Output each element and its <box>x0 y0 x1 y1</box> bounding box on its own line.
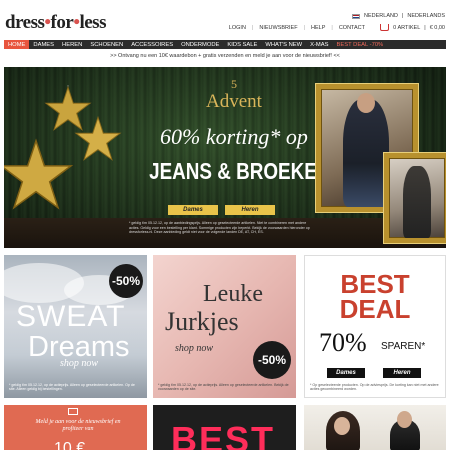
country-separator: | <box>401 13 404 19</box>
cart-total: € 0,00 <box>429 24 445 31</box>
tile-deal-percent: 70% <box>319 328 367 357</box>
hero-model-legs <box>403 166 431 238</box>
model-woman-face <box>334 417 350 435</box>
tile-deal-deal: DEAL <box>339 294 411 324</box>
advent-title: Advent <box>206 91 262 112</box>
tile-jurkjes-fine-print: * geldig t/m 05.12.12, op de actieprijs.… <box>158 382 289 392</box>
hero-heren-button[interactable]: Heren <box>225 205 275 215</box>
nav-item-dames[interactable]: DAMES <box>29 40 58 49</box>
tile-leuke-jurkjes[interactable]: Leuke Jurkjes shop now -50% * geldig t/m… <box>153 255 296 398</box>
tile-deal-dames-button[interactable]: Dames <box>327 368 365 378</box>
logo-part-2: for <box>50 12 74 33</box>
cart-separator: | <box>424 24 426 31</box>
hero-category-text: JEANS & BROEKEN <box>149 158 331 184</box>
tile-models[interactable] <box>304 405 446 450</box>
advent-number: 5 <box>231 77 237 91</box>
language-selector[interactable]: NEDERLANDS <box>407 13 445 19</box>
hero-photo-frame-small <box>384 153 446 243</box>
hero-banner[interactable]: 5 Advent 60% korting* op JEANS & BROEKEN… <box>4 67 446 248</box>
link-separator: | <box>251 25 254 31</box>
hero-fine-print: * geldig t/m 05.12.12, op de aanbiedings… <box>129 221 310 235</box>
tile-sweat-fine-print: * geldig t/m 05.12.12, op de actieprijs.… <box>9 382 135 392</box>
tile-jurkjes-title: Leuke <box>203 281 263 307</box>
gold-star-icon <box>4 138 74 210</box>
logo-part-1: dress <box>5 12 45 33</box>
cart-icon <box>380 24 390 31</box>
newsletter-link[interactable]: NIEUWSBRIEF <box>259 25 297 31</box>
model-man-face <box>397 411 412 428</box>
tile-deal-fine-print: * Op geselecteerde producten. Op de advi… <box>310 382 439 392</box>
main-nav: HOME DAMES HEREN SCHOENEN ACCESSOIRES ON… <box>4 40 446 49</box>
logo-part-3: less <box>79 12 106 33</box>
nav-item-xmas[interactable]: X-MAS <box>306 40 332 49</box>
top-links: LOGIN | NIEUWSBRIEF | HELP | CONTACT <box>229 25 365 31</box>
hero-model-head <box>357 93 375 113</box>
tile-sweat-dreams[interactable]: SWEAT Dreams shop now -50% * geldig t/m … <box>4 255 147 398</box>
tile-jurkjes-discount-badge: -50% <box>253 341 291 379</box>
gold-star-icon <box>74 115 122 161</box>
tile-newsletter[interactable]: Meld je aan voor de nieuwsbrief en profi… <box>4 405 147 450</box>
country-selector[interactable]: NEDERLAND <box>364 13 398 19</box>
tile-newsletter-text: Meld je aan voor de nieuwsbrief en profi… <box>35 419 121 433</box>
logo[interactable]: dress•for•less <box>5 12 106 34</box>
link-separator: | <box>303 25 305 31</box>
nav-item-heren[interactable]: HEREN <box>58 40 86 49</box>
tile-newsletter-amount: 10 € <box>54 440 86 450</box>
nav-item-whats-new[interactable]: WHAT'S NEW <box>261 40 306 49</box>
flag-nl-icon <box>352 13 361 19</box>
hero-dames-button[interactable]: Dames <box>168 205 218 215</box>
language-bar: NEDERLAND | NEDERLANDS <box>352 13 445 19</box>
tile-best-text: BEST <box>171 419 276 450</box>
tile-best[interactable]: BEST <box>153 405 296 450</box>
help-link[interactable]: HELP <box>311 25 325 31</box>
nav-item-accessoires[interactable]: ACCESSOIRES <box>127 40 177 49</box>
newsletter-promo-banner[interactable]: >> Ontvang nu een 10€ waardebon + gratis… <box>0 53 450 59</box>
hero-discount-text: 60% korting* op <box>160 124 308 149</box>
nav-item-home[interactable]: HOME <box>4 40 30 49</box>
nav-item-best-deal[interactable]: BEST DEAL -70% <box>332 40 387 49</box>
hero-model-figure <box>343 99 389 207</box>
cart[interactable]: 0 ARTIKEL | € 0,00 <box>380 24 445 31</box>
tile-deal-sparen: SPAREN* <box>381 341 426 352</box>
tile-sweat-discount-badge: -50% <box>109 264 143 298</box>
nav-item-ondermode[interactable]: ONDERMODE <box>177 40 223 49</box>
tile-jurkjes-shop-link[interactable]: shop now <box>175 343 213 354</box>
tile-jurkjes-subtitle: Jurkjes <box>165 307 239 336</box>
tile-best-deal[interactable]: BEST DEAL 70% SPAREN* Dames Heren * Op g… <box>304 255 446 398</box>
nav-item-kids-sale[interactable]: KIDS SALE <box>223 40 261 49</box>
tile-sweat-shop-link[interactable]: shop now <box>60 358 98 369</box>
cart-count: 0 ARTIKEL <box>393 24 421 31</box>
link-separator: | <box>331 25 333 31</box>
login-link[interactable]: LOGIN <box>229 25 246 31</box>
contact-link[interactable]: CONTACT <box>339 25 365 31</box>
envelope-icon <box>68 408 78 415</box>
tile-deal-heren-button[interactable]: Heren <box>383 368 421 378</box>
tile-sweat-title: SWEAT <box>16 300 126 333</box>
nav-item-schoenen[interactable]: SCHOENEN <box>86 40 127 49</box>
